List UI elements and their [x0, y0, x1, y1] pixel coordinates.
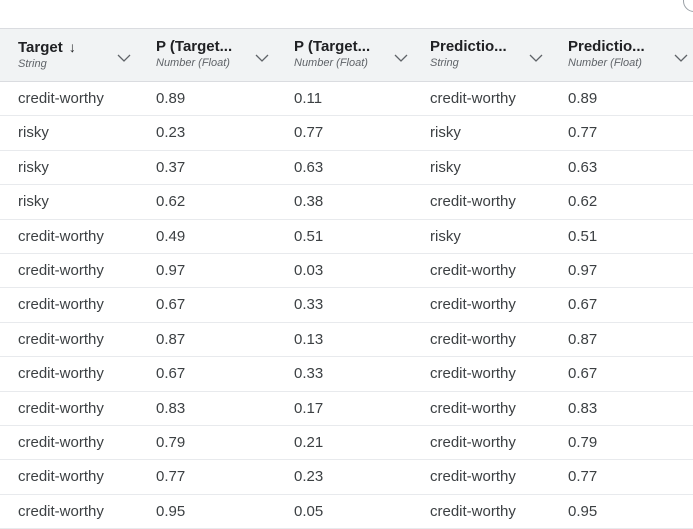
table-cell: 0.17 — [294, 399, 324, 417]
table-cell: credit-worthy — [430, 502, 516, 520]
table-cell: 0.51 — [294, 227, 324, 245]
table-cell: 0.63 — [294, 158, 324, 176]
table-cell: 0.83 — [156, 399, 186, 417]
table-cell: credit-worthy — [18, 365, 104, 383]
table-cell: 0.49 — [156, 227, 186, 245]
table-cell: 0.51 — [568, 227, 598, 245]
table-cell: 0.77 — [156, 468, 186, 486]
table-cell: 0.67 — [568, 296, 598, 314]
chevron-down-icon[interactable] — [674, 53, 688, 63]
column-header-prediction-score[interactable]: Predictio... Number (Float) — [550, 29, 693, 81]
chevron-down-icon[interactable] — [255, 53, 269, 63]
sort-descending-icon[interactable]: ↓ — [69, 39, 76, 55]
table-cell: 0.23 — [294, 468, 324, 486]
table-row[interactable]: credit-worthy 0.67 0.33 credit-worthy 0.67 — [0, 288, 693, 323]
table-cell: 0.67 — [156, 296, 186, 314]
table-cell: credit-worthy — [18, 296, 104, 314]
chevron-down-icon[interactable] — [117, 53, 131, 63]
table-cell: 0.67 — [156, 365, 186, 383]
table-cell: 0.89 — [156, 90, 186, 107]
table-cell: 0.77 — [568, 468, 598, 486]
table-body: credit-worthy 0.89 0.11 credit-worthy 0.89 ri… — [0, 82, 693, 529]
table-cell: risky — [18, 193, 49, 211]
table-cell: credit-worthy — [430, 468, 516, 486]
chevron-down-icon[interactable] — [394, 53, 408, 63]
table-cell: 0.33 — [294, 296, 324, 314]
table-cell: credit-worthy — [18, 261, 104, 279]
table-cell: credit-worthy — [430, 433, 516, 451]
chevron-down-icon[interactable] — [529, 53, 543, 63]
table-row[interactable]: risky 0.62 0.38 credit-worthy 0.62 — [0, 185, 693, 220]
table-cell: 0.77 — [294, 124, 324, 142]
table-row[interactable]: credit-worthy 0.67 0.33 credit-worthy 0.67 — [0, 357, 693, 392]
table-row[interactable]: credit-worthy 0.89 0.11 credit-worthy 0.89 — [0, 82, 693, 117]
table-cell: 0.03 — [294, 261, 324, 279]
column-header-prediction-label[interactable]: Predictio... String — [412, 29, 550, 81]
table-cell: 0.83 — [568, 399, 598, 417]
table-cell: credit-worthy — [18, 227, 104, 245]
column-header-p-target-1[interactable]: P (Target... Number (Float) — [138, 29, 276, 81]
table-cell: risky — [430, 227, 461, 245]
column-header-target[interactable]: Target ↓ String — [0, 29, 138, 81]
corner-circle-button[interactable] — [683, 0, 693, 12]
table-cell: 0.11 — [294, 90, 323, 107]
table-cell: 0.79 — [156, 433, 186, 451]
table-cell: 0.87 — [568, 330, 598, 348]
table-header: Target ↓ String P (Target... Number (Flo… — [0, 28, 693, 82]
table-cell: 0.13 — [294, 330, 324, 348]
table-cell: 0.87 — [156, 330, 186, 348]
table-cell: risky — [430, 124, 461, 142]
table-cell: credit-worthy — [18, 433, 104, 451]
table-row[interactable]: risky 0.23 0.77 risky 0.77 — [0, 116, 693, 151]
table-cell: 0.63 — [568, 158, 598, 176]
table-cell: credit-worthy — [430, 365, 516, 383]
table-row[interactable]: credit-worthy 0.79 0.21 credit-worthy 0.79 — [0, 426, 693, 461]
table-cell: 0.33 — [294, 365, 324, 383]
table-row[interactable]: credit-worthy 0.49 0.51 risky 0.51 — [0, 220, 693, 254]
table-cell: credit-worthy — [18, 399, 104, 417]
table-cell: 0.62 — [568, 193, 598, 211]
table-cell: 0.21 — [294, 433, 324, 451]
table-cell: 0.95 — [156, 502, 186, 520]
table-cell: 0.77 — [568, 124, 598, 142]
table-cell: 0.97 — [156, 261, 186, 279]
table-cell: 0.23 — [156, 124, 186, 142]
table-cell: credit-worthy — [430, 261, 516, 279]
table-cell: 0.97 — [568, 261, 598, 279]
column-header-p-target-2[interactable]: P (Target... Number (Float) — [276, 29, 412, 81]
table-cell: credit-worthy — [430, 296, 516, 314]
table-cell: 0.67 — [568, 365, 598, 383]
table-row[interactable]: credit-worthy 0.97 0.03 credit-worthy 0.97 — [0, 254, 693, 289]
table-cell: credit-worthy — [430, 330, 516, 348]
table-cell: risky — [430, 158, 461, 176]
table-cell: credit-worthy — [430, 399, 516, 417]
column-title: Target — [18, 39, 63, 56]
table-row[interactable]: credit-worthy 0.77 0.23 credit-worthy 0.77 — [0, 460, 693, 495]
table-cell: credit-worthy — [18, 502, 104, 520]
table-cell: risky — [18, 124, 49, 142]
table-cell: 0.05 — [294, 502, 324, 520]
table-row[interactable]: credit-worthy 0.87 0.13 credit-worthy 0.87 — [0, 323, 693, 358]
table-cell: credit-worthy — [18, 468, 104, 486]
table-cell: 0.79 — [568, 433, 598, 451]
table-cell: credit-worthy — [18, 90, 104, 107]
table-cell: credit-worthy — [18, 330, 104, 348]
table-cell: 0.95 — [568, 502, 598, 520]
table-cell: risky — [18, 158, 49, 176]
table-cell: 0.89 — [568, 90, 598, 107]
table-cell: 0.38 — [294, 193, 324, 211]
table-row[interactable]: credit-worthy 0.83 0.17 credit-worthy 0.83 — [0, 392, 693, 426]
table-cell: credit-worthy — [430, 90, 516, 107]
table-cell: credit-worthy — [430, 193, 516, 211]
table-cell: 0.62 — [156, 193, 186, 211]
table-row[interactable]: risky 0.37 0.63 risky 0.63 — [0, 151, 693, 186]
table-cell: 0.37 — [156, 158, 186, 176]
data-table: Target ↓ String P (Target... Number (Flo… — [0, 28, 693, 529]
table-row[interactable]: credit-worthy 0.95 0.05 credit-worthy 0.95 — [0, 495, 693, 529]
